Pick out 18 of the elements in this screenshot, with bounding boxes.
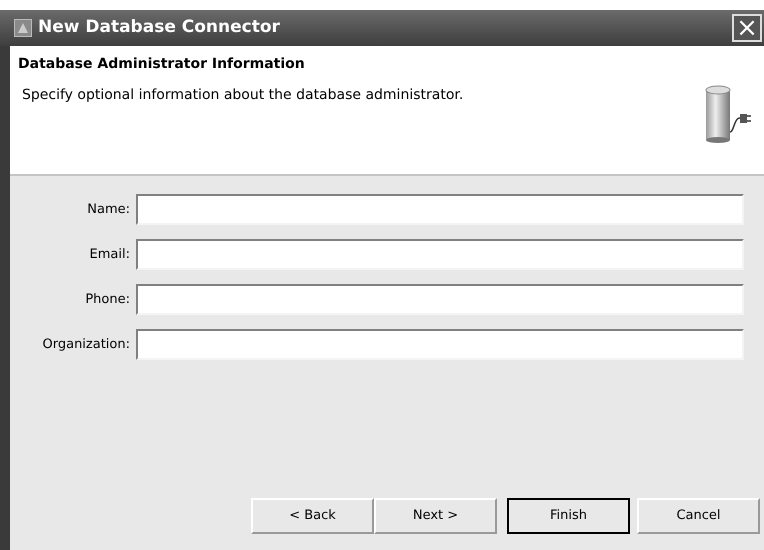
input-field[interactable] <box>136 239 744 270</box>
window-title: New Database Connector <box>38 16 281 40</box>
input-field[interactable] <box>136 329 744 360</box>
page-title: Database Administrator Information <box>18 55 306 74</box>
page-description: Specify optional information about the database administrator. <box>21 86 464 105</box>
field-label: Phone: <box>84 290 131 309</box>
close-button[interactable]: × <box>732 14 762 42</box>
input-field[interactable] <box>136 194 744 225</box>
app-icon <box>14 19 32 37</box>
wizard-button[interactable]: < Back <box>251 498 374 534</box>
input-field[interactable] <box>136 284 744 315</box>
wizard-button[interactable]: Finish <box>507 498 630 534</box>
wizard-button[interactable]: Cancel <box>637 498 760 534</box>
field-label: Email: <box>88 246 131 264</box>
field-label: Organization: <box>42 336 131 354</box>
wizard-button[interactable]: Next > <box>374 498 497 534</box>
database-plug-icon <box>704 84 752 144</box>
field-label: Name: <box>86 200 131 219</box>
